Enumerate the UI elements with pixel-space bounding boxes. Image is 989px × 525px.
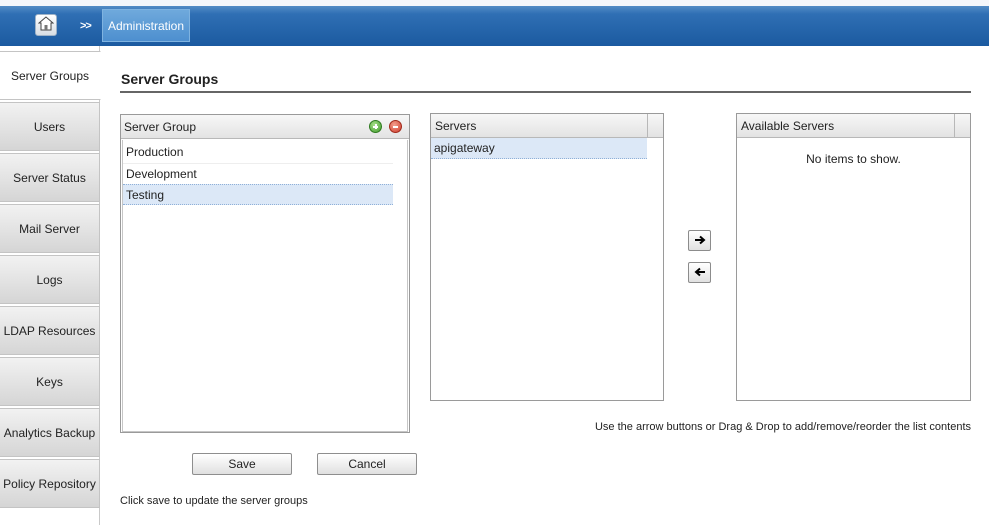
move-left-button[interactable]	[688, 262, 711, 283]
home-button[interactable]	[35, 14, 57, 36]
remove-circle-icon[interactable]	[389, 120, 402, 133]
sidebar-item-analytics-backup[interactable]: Analytics Backup	[0, 408, 100, 457]
top-bar: >> Administration	[0, 0, 989, 46]
list-item[interactable]: Production	[123, 141, 393, 162]
list-item-selected[interactable]: Testing	[123, 184, 393, 205]
sidebar-item-server-groups[interactable]: Server Groups	[0, 51, 101, 100]
top-strip	[0, 0, 989, 6]
sidebar-item-mail-server[interactable]: Mail Server	[0, 204, 100, 253]
move-right-button[interactable]	[688, 230, 711, 251]
servers-header-label: Servers	[435, 118, 477, 133]
sidebar-item-ldap-resources[interactable]: LDAP Resources	[0, 306, 100, 355]
home-icon	[37, 16, 55, 34]
add-circle-icon[interactable]	[369, 120, 382, 133]
sidebar-item-policy-repository[interactable]: Policy Repository	[0, 459, 100, 508]
drag-drop-hint: Use the arrow buttons or Drag & Drop to …	[594, 421, 971, 433]
breadcrumb-administration[interactable]: Administration	[102, 9, 190, 42]
servers-panel: Servers apigateway	[430, 113, 664, 401]
server-group-list: Production Development Testing	[122, 140, 408, 432]
server-group-header: Server Group	[121, 115, 409, 139]
available-servers-header-label: Available Servers	[741, 118, 835, 133]
available-servers-header: Available Servers	[737, 114, 970, 138]
title-divider	[120, 91, 971, 93]
arrow-right-icon	[694, 234, 706, 248]
arrow-left-icon	[693, 266, 706, 280]
sidebar: Server Groups Users Server Status Mail S…	[0, 46, 101, 525]
sidebar-item-logs[interactable]: Logs	[0, 255, 100, 304]
cancel-button[interactable]: Cancel	[317, 453, 417, 475]
list-item-selected[interactable]: apigateway	[431, 138, 647, 159]
page-title: Server Groups	[121, 71, 219, 87]
empty-list-message: No items to show.	[806, 152, 901, 166]
available-servers-panel: Available Servers No items to show.	[736, 113, 971, 401]
sidebar-item-users[interactable]: Users	[0, 102, 100, 151]
sidebar-item-keys[interactable]: Keys	[0, 357, 100, 406]
available-servers-header-scroll-cell	[954, 114, 970, 137]
save-button[interactable]: Save	[192, 453, 292, 475]
footer-note: Click save to update the server groups	[120, 495, 308, 507]
sidebar-item-server-status[interactable]: Server Status	[0, 153, 100, 202]
servers-header: Servers	[431, 114, 663, 138]
server-group-panel: Server Group Production Development Test…	[120, 114, 410, 433]
servers-header-scroll-cell	[647, 114, 663, 137]
server-group-header-label: Server Group	[124, 119, 197, 134]
list-item[interactable]: Development	[123, 163, 393, 184]
breadcrumb-separator: >>	[80, 20, 92, 32]
